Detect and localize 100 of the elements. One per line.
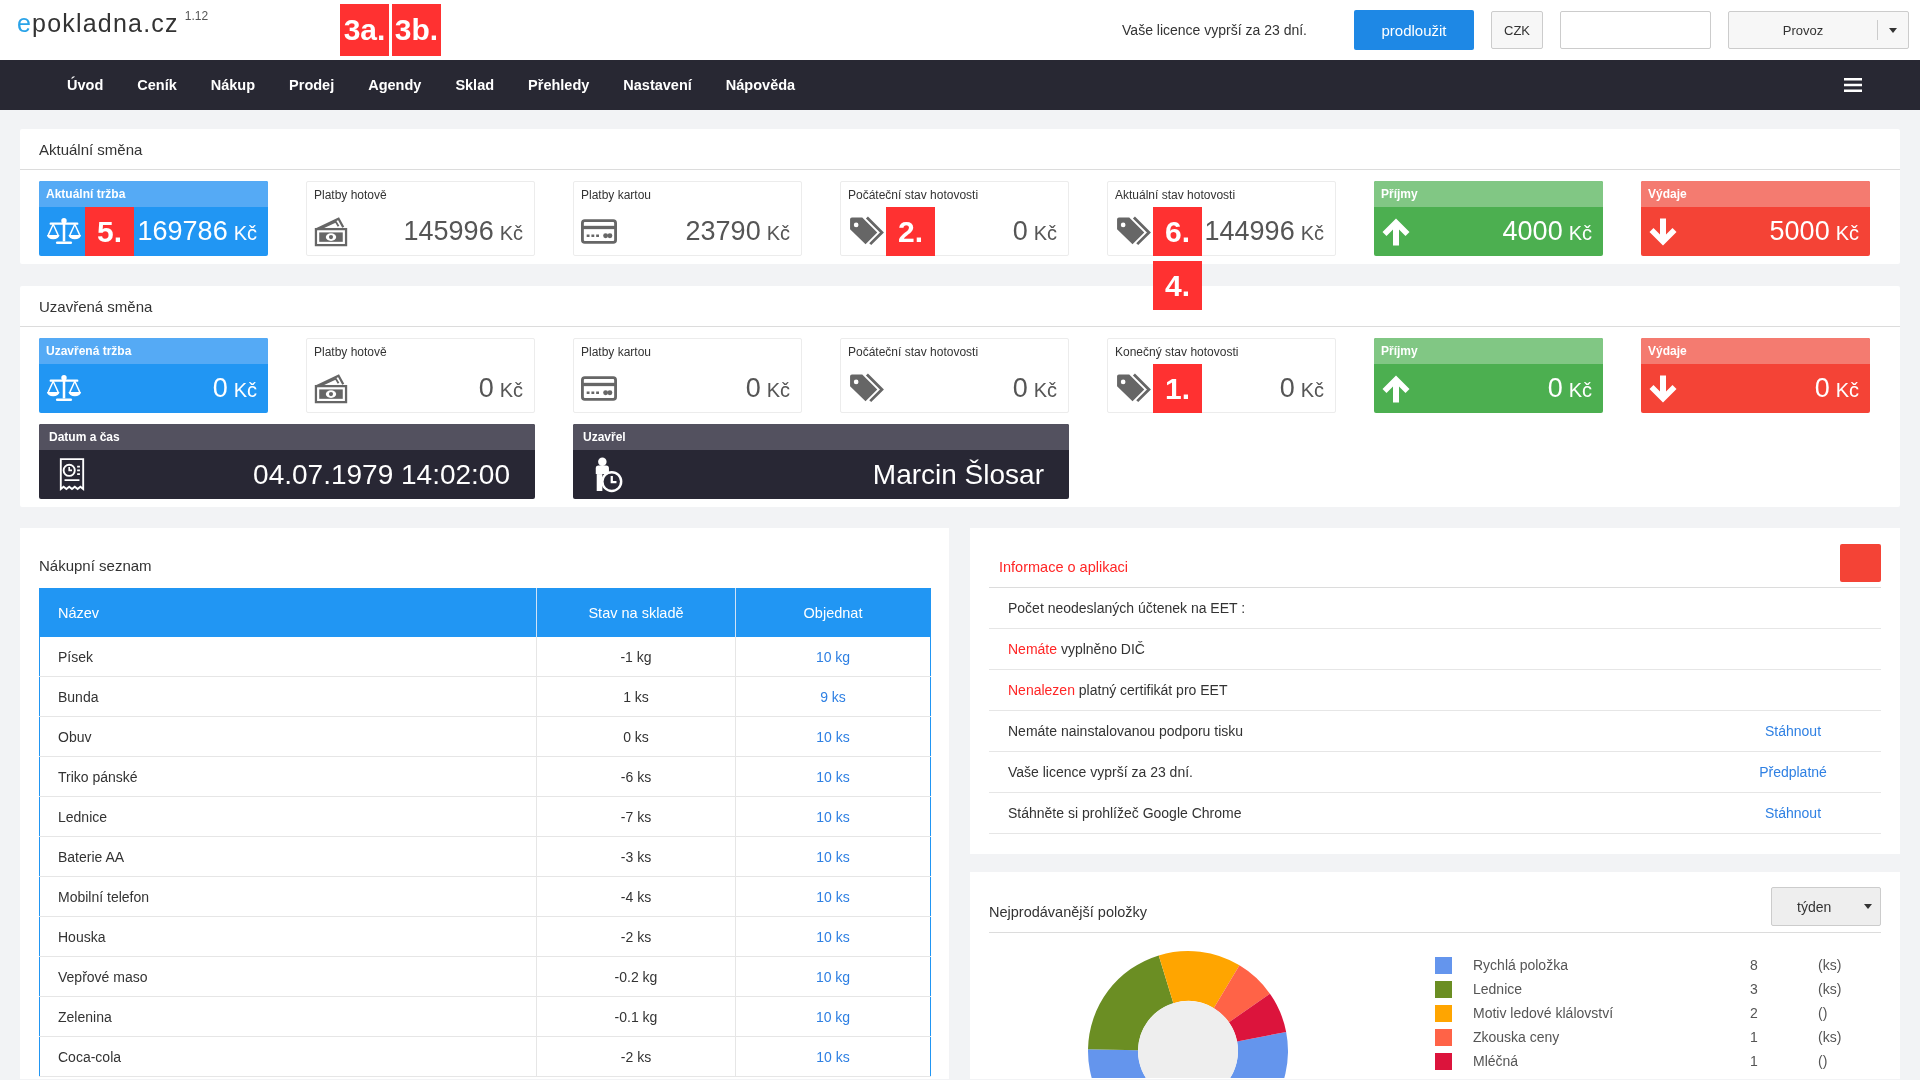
card-value: 0 (1279, 372, 1295, 404)
nav-link[interactable]: Sklad (438, 60, 512, 110)
action-link[interactable]: Stáhnout (1764, 805, 1822, 821)
annotation-marker: 1. (1153, 364, 1202, 413)
panel-button[interactable] (1840, 544, 1881, 582)
card-label: Platby hotově (313, 186, 388, 204)
caret-icon (1889, 27, 1897, 33)
annotation-marker: 3b. (392, 4, 441, 56)
currency-unit: Kč (1568, 222, 1592, 245)
order-link[interactable]: 10 kg (815, 648, 851, 665)
card-label: Příjmy (1374, 181, 1603, 207)
order-link[interactable]: 10 ks (816, 728, 850, 745)
card-label: Platby hotově (313, 343, 388, 361)
card-value: 169786 (137, 216, 228, 247)
banknotes-icon (314, 215, 348, 247)
order-link[interactable]: 10 kg (815, 968, 851, 985)
info-text: Nemáte nainstalovanou podporu tisku (1008, 723, 1244, 739)
order-link[interactable]: 10 ks (816, 1048, 850, 1065)
table-cell: Lednice (39, 796, 537, 837)
scales-icon (46, 374, 82, 403)
card-value: 145996 (403, 215, 494, 247)
table-cell: -7 ks (536, 796, 736, 837)
card-value: 0 (1547, 373, 1563, 404)
card-value: 0 (745, 372, 761, 404)
annotation-marker: 6. (1153, 207, 1202, 256)
card-label: Počáteční stav hotovosti (847, 186, 980, 204)
table-cell: 1 ks (536, 676, 736, 717)
order-link[interactable]: 10 ks (816, 928, 850, 945)
arrow-up-icon (1381, 216, 1411, 247)
credit-card-icon (581, 375, 617, 401)
order-link[interactable]: 10 ks (816, 848, 850, 865)
card-value: 0 (1012, 372, 1028, 404)
period-select[interactable]: týden (1771, 887, 1881, 926)
annotation-marker: 3a. (340, 4, 389, 56)
card-label: Aktuální tržba (39, 181, 268, 207)
license-notice: Vaše licence vyprší za 23 dní. (1122, 22, 1307, 38)
tags-icon (848, 216, 884, 246)
card-value: Marcin Šlosar (872, 458, 1044, 491)
card-label: Příjmy (1374, 338, 1603, 364)
legend-unit: (ks) (1818, 1029, 1842, 1045)
logo[interactable]: epokladna.cz (17, 9, 179, 37)
order-link[interactable]: 10 kg (815, 1008, 851, 1025)
order-link[interactable]: 9 ks (820, 688, 846, 705)
legend-unit: () (1818, 1053, 1829, 1069)
currency-unit: Kč (766, 378, 790, 402)
order-link[interactable]: 10 ks (816, 768, 850, 785)
card-value: 0 (478, 372, 494, 404)
menu-icon[interactable] (1844, 78, 1862, 92)
order-link[interactable]: 10 ks (816, 808, 850, 825)
column-header[interactable]: Objednat (735, 588, 931, 637)
card-label: Datum a čas (39, 424, 535, 450)
currency-unit: Kč (1300, 221, 1324, 245)
nav-link[interactable]: Nastavení (606, 60, 709, 110)
currency-unit: Kč (766, 221, 790, 245)
section-title: Uzavřená směna (39, 297, 153, 315)
legend-label: Rychlá položka (1473, 957, 1569, 973)
info-text: Stáhněte si prohlížeč Google Chrome (1008, 805, 1242, 821)
tags-icon (848, 373, 884, 403)
table-cell: Mobilní telefon (39, 876, 537, 917)
nav-link[interactable]: Ceník (120, 60, 194, 110)
currency-unit: Kč (233, 379, 257, 402)
legend-unit: (ks) (1818, 957, 1842, 973)
card-value: 4000 (1502, 216, 1563, 247)
receipt-clock-icon (58, 456, 86, 493)
action-link[interactable]: Stáhnout (1764, 723, 1822, 739)
nav-link[interactable]: Nákup (193, 60, 273, 110)
panel-title: Informace o aplikaci (999, 558, 1128, 575)
arrow-down-icon (1648, 216, 1678, 247)
table-cell: Obuv (39, 716, 537, 757)
arrow-up-icon (1381, 373, 1411, 404)
input-field[interactable] (1560, 11, 1711, 49)
column-header[interactable]: Stav na skladě (536, 588, 736, 637)
action-link[interactable]: Předplatné (1759, 764, 1827, 780)
version-label: 1.12 (184, 9, 209, 23)
card-value: 0 (212, 373, 228, 404)
currency-unit: Kč (1835, 222, 1859, 245)
table-cell: Bunda (39, 676, 537, 717)
nav-link[interactable]: Prodej (272, 60, 352, 110)
card-value: 144996 (1204, 215, 1295, 247)
card-label: Výdaje (1641, 338, 1870, 364)
mode-select[interactable]: Provoz (1728, 11, 1909, 49)
column-header[interactable]: Název (39, 588, 537, 637)
card-value: 23790 (685, 215, 761, 247)
annotation-marker: 4. (1153, 261, 1202, 310)
currency-unit: Kč (233, 222, 257, 245)
nav-link[interactable]: Přehledy (511, 60, 607, 110)
annotation-marker: 5. (85, 207, 134, 256)
currency-button[interactable]: CZK (1491, 11, 1543, 49)
annotation-marker: 2. (886, 207, 935, 256)
renew-button[interactable]: prodloužit (1354, 10, 1474, 50)
legend-label: Zkouska ceny (1473, 1029, 1561, 1045)
card-value: 0 (1814, 373, 1830, 404)
nav-link[interactable]: Úvod (50, 60, 121, 110)
card-label: Výdaje (1641, 181, 1870, 207)
caret-icon (1864, 904, 1872, 909)
nav-link[interactable]: Agendy (351, 60, 439, 110)
nav-link[interactable]: Nápověda (708, 60, 813, 110)
currency-unit: Kč (1033, 221, 1057, 245)
tags-icon (1115, 373, 1151, 403)
order-link[interactable]: 10 ks (816, 888, 850, 905)
